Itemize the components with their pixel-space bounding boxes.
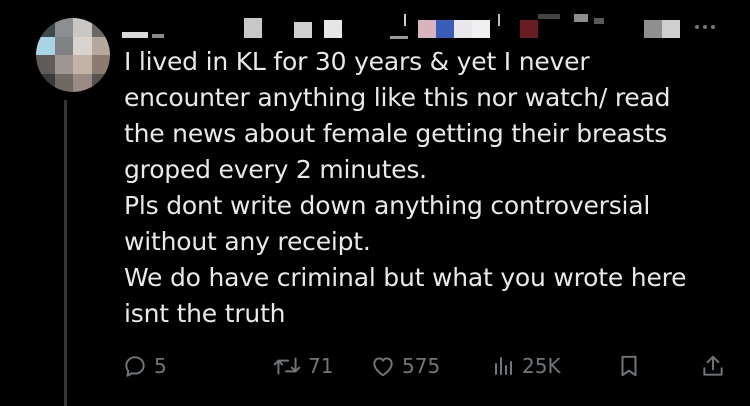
thread-line — [64, 100, 67, 406]
censored-block — [244, 18, 262, 38]
avatar[interactable] — [36, 18, 110, 92]
censored-block — [152, 34, 164, 38]
censored-block — [520, 20, 538, 38]
censored-block — [538, 14, 560, 19]
like-count: 575 — [402, 354, 441, 378]
views-button[interactable]: 25K — [492, 350, 561, 382]
retweet-button[interactable]: 71 — [272, 350, 333, 382]
tweet-header-censored[interactable] — [122, 14, 722, 42]
retweet-count: 71 — [308, 354, 334, 378]
tweet-line: without any receipt. — [124, 227, 371, 256]
censored-block — [418, 20, 436, 38]
more-icon[interactable] — [690, 22, 720, 32]
censored-block — [454, 20, 472, 38]
like-button[interactable]: 575 — [370, 350, 440, 382]
tweet-line: I lived in KL for 30 years & yet I never — [124, 47, 590, 76]
reply-button[interactable]: 5 — [122, 350, 167, 382]
views-count: 25K — [522, 354, 561, 378]
analytics-icon — [492, 353, 516, 379]
tweet-line: isnt the truth — [124, 299, 286, 328]
censored-block — [662, 20, 680, 38]
censored-block — [404, 14, 406, 26]
censored-block — [498, 14, 500, 26]
reply-icon — [122, 353, 148, 379]
heart-icon — [370, 353, 396, 379]
censored-block — [594, 18, 604, 24]
retweet-icon — [272, 353, 302, 379]
share-button[interactable] — [700, 350, 726, 382]
tweet-line: We do have criminal but what you wrote h… — [124, 263, 687, 292]
bookmark-button[interactable] — [616, 350, 642, 382]
bookmark-icon — [616, 353, 642, 379]
censored-block — [436, 20, 454, 38]
censored-block — [390, 36, 408, 39]
censored-block — [472, 20, 490, 38]
censored-block — [644, 20, 662, 38]
reply-count: 5 — [154, 354, 167, 378]
share-icon — [700, 353, 726, 379]
tweet-line: groped every 2 minutes. — [124, 155, 427, 184]
tweet-line: Pls dont write down anything controversi… — [124, 191, 651, 220]
tweet-text: I lived in KL for 30 years & yet I never… — [124, 44, 734, 332]
censored-block — [324, 20, 342, 38]
action-bar: 5 71 575 25K — [122, 350, 732, 382]
censored-block — [574, 14, 588, 22]
tweet-line: encounter anything like this nor watch/ … — [124, 83, 671, 112]
censored-block — [294, 22, 312, 38]
censored-block — [122, 32, 148, 38]
tweet-line: the news about female getting their brea… — [124, 119, 668, 148]
